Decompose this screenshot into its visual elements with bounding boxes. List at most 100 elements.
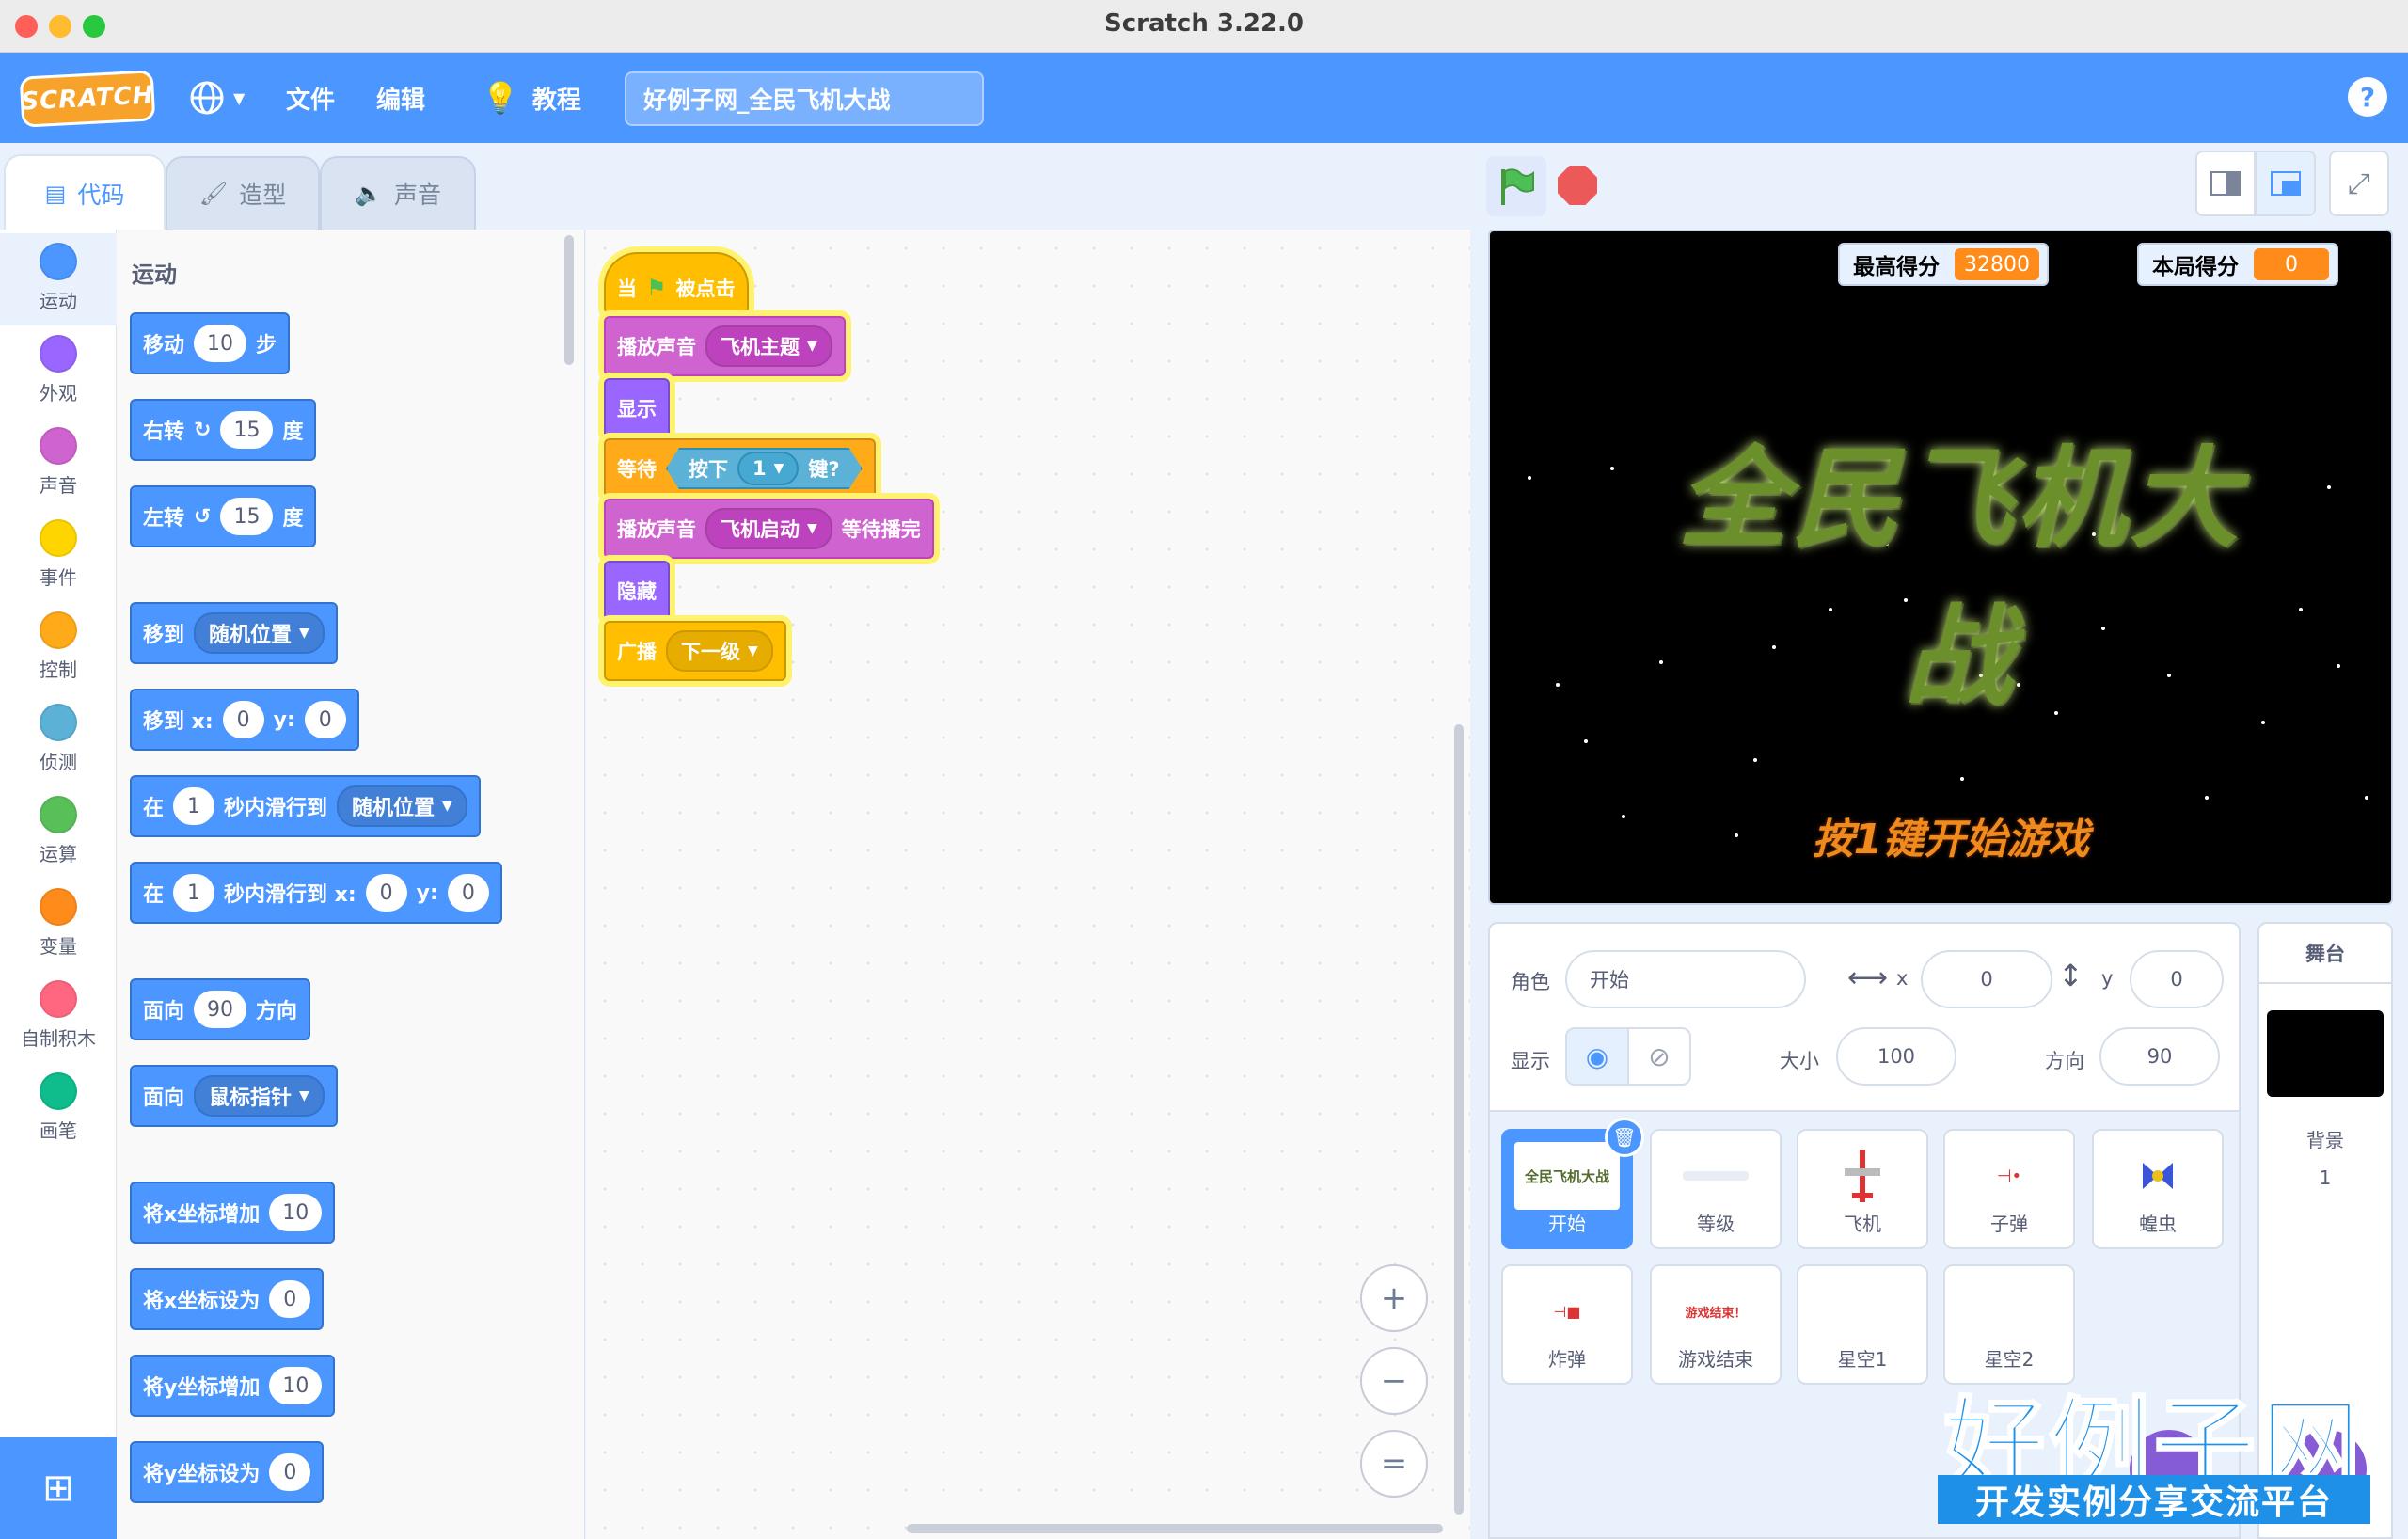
- seconds-input[interactable]: 1: [173, 787, 215, 825]
- palette-scrollbar[interactable]: [564, 235, 574, 365]
- stage-thumbnail[interactable]: [2267, 1010, 2384, 1097]
- block-change-x[interactable]: 将x坐标增加 10: [130, 1182, 336, 1244]
- green-flag-button[interactable]: [1486, 156, 1546, 216]
- key-pressed-condition[interactable]: 按下 1 ▼ 键?: [666, 448, 863, 489]
- degrees-input[interactable]: 15: [220, 411, 274, 449]
- block-turn-left[interactable]: 左转 ↺ 15 度: [130, 485, 317, 547]
- hide-sprite-button[interactable]: ⊘: [1627, 1027, 1691, 1086]
- block-goto-xy[interactable]: 移到 x: 0 y: 0: [130, 689, 359, 751]
- block-turn-right[interactable]: 右转 ↻ 15 度: [130, 399, 317, 461]
- x-input[interactable]: 0: [365, 874, 407, 912]
- block-point-towards[interactable]: 面向 鼠标指针 ▼: [130, 1065, 338, 1127]
- block-move-steps[interactable]: 移动 10 步: [130, 312, 291, 374]
- script-broadcast[interactable]: 广播 下一级 ▼: [604, 621, 786, 681]
- script-horizontal-scrollbar[interactable]: [907, 1524, 1443, 1533]
- sprite-tile-gameover[interactable]: 游戏结束！ 游戏结束: [1650, 1264, 1782, 1385]
- help-button[interactable]: ?: [2348, 77, 2387, 117]
- zoom-out-button[interactable]: −: [1360, 1347, 1428, 1415]
- steps-input[interactable]: 10: [194, 325, 247, 362]
- category-0[interactable]: 运动: [0, 233, 117, 325]
- script-play-sound[interactable]: 播放声音 飞机主题 ▼: [604, 316, 846, 376]
- value-input[interactable]: 0: [269, 1453, 311, 1491]
- block-label: 播放声音: [617, 336, 696, 358]
- script-show[interactable]: 显示: [604, 378, 670, 438]
- tab-sounds[interactable]: 🔈 声音: [320, 156, 476, 230]
- category-6[interactable]: 运算: [0, 786, 117, 879]
- value-input[interactable]: 10: [269, 1367, 323, 1404]
- y-position-input[interactable]: 0: [2130, 950, 2224, 1008]
- sprite-name: 星空1: [1837, 1348, 1888, 1371]
- large-stage-button[interactable]: [2256, 151, 2316, 216]
- show-sprite-button[interactable]: ◉: [1565, 1027, 1629, 1086]
- sprite-tile-locust[interactable]: 蝗虫: [2092, 1129, 2224, 1249]
- tab-costumes[interactable]: 🖌 造型: [166, 156, 320, 230]
- sprite-tile-level[interactable]: 等级: [1650, 1129, 1782, 1249]
- fullscreen-button[interactable]: ⤢: [2329, 151, 2389, 216]
- block-change-y[interactable]: 将y坐标增加 10: [130, 1355, 336, 1417]
- direction-input[interactable]: 90: [2099, 1027, 2220, 1086]
- goto-target-dropdown[interactable]: 随机位置 ▼: [194, 612, 325, 654]
- zoom-in-button[interactable]: +: [1360, 1264, 1428, 1332]
- monitor-high-score[interactable]: 最高得分 32800: [1838, 243, 2049, 286]
- add-extension-button[interactable]: ⊞: [0, 1437, 117, 1539]
- seconds-input[interactable]: 1: [173, 874, 215, 912]
- size-input[interactable]: 100: [1836, 1027, 1956, 1086]
- sprite-tile-bomb[interactable]: ⊣■ 炸弹: [1501, 1264, 1633, 1385]
- script-area[interactable]: [586, 230, 1470, 1539]
- x-input[interactable]: 0: [222, 701, 264, 738]
- category-4[interactable]: 控制: [0, 602, 117, 694]
- category-label: 画笔: [40, 1119, 77, 1142]
- file-menu[interactable]: 文件: [286, 53, 335, 143]
- category-3[interactable]: 事件: [0, 510, 117, 602]
- stop-button[interactable]: [1558, 166, 1597, 205]
- zoom-reset-button[interactable]: =: [1360, 1430, 1428, 1498]
- category-2[interactable]: 声音: [0, 418, 117, 510]
- sprite-tile-start[interactable]: 全民飞机大战 开始 🗑: [1501, 1118, 1644, 1249]
- delete-sprite-button[interactable]: 🗑: [1605, 1118, 1644, 1157]
- block-glide[interactable]: 在 1 秒内滑行到 随机位置 ▼: [130, 775, 481, 837]
- small-stage-button[interactable]: [2195, 151, 2256, 216]
- sound-dropdown[interactable]: 飞机启动 ▼: [705, 508, 832, 549]
- stage[interactable]: 最高得分 32800 本局得分 0 全民飞机大战 按1键开始游戏: [1488, 230, 2393, 905]
- block-glide-xy[interactable]: 在 1 秒内滑行到 x: 0 y: 0: [130, 862, 502, 924]
- sprite-tile-starfield1[interactable]: 星空1: [1797, 1264, 1928, 1385]
- script-play-sound-until-done[interactable]: 播放声音 飞机启动 ▼ 等待播完: [604, 499, 934, 559]
- block-set-y[interactable]: 将y坐标设为 0: [130, 1441, 325, 1503]
- point-towards-dropdown[interactable]: 鼠标指针 ▼: [194, 1075, 325, 1117]
- block-label: 移动: [143, 334, 185, 357]
- sound-dropdown[interactable]: 飞机主题 ▼: [705, 325, 832, 367]
- tutorials-menu[interactable]: 💡 教程: [482, 53, 581, 143]
- language-menu[interactable]: ▼: [188, 53, 245, 143]
- category-1[interactable]: 外观: [0, 325, 117, 418]
- x-position-input[interactable]: 0: [1921, 950, 2052, 1008]
- script-when-flag-clicked[interactable]: 当 ⚑ 被点击: [604, 252, 749, 314]
- tab-code[interactable]: ▤ 代码: [4, 154, 166, 231]
- monitor-current-score[interactable]: 本局得分 0: [2137, 243, 2338, 286]
- sprite-tile-bullet[interactable]: ⊣• 子弹: [1943, 1129, 2075, 1249]
- key-dropdown[interactable]: 1 ▼: [737, 452, 799, 485]
- category-9[interactable]: 画笔: [0, 1063, 117, 1155]
- y-input[interactable]: 0: [447, 874, 489, 912]
- broadcast-dropdown[interactable]: 下一级 ▼: [666, 630, 773, 672]
- script-vertical-scrollbar[interactable]: [1454, 724, 1464, 1515]
- category-5[interactable]: 侦测: [0, 694, 117, 786]
- glide-target-dropdown[interactable]: 随机位置 ▼: [337, 785, 467, 827]
- category-7[interactable]: 变量: [0, 879, 117, 971]
- degrees-input[interactable]: 15: [220, 498, 274, 535]
- value-input[interactable]: 0: [269, 1280, 311, 1318]
- sprite-name-input[interactable]: 开始: [1565, 950, 1806, 1008]
- script-hide[interactable]: 隐藏: [604, 561, 670, 621]
- block-point-direction[interactable]: 面向 90 方向: [130, 978, 311, 1040]
- category-8[interactable]: 自制积木: [0, 971, 117, 1063]
- y-input[interactable]: 0: [304, 701, 346, 738]
- block-goto[interactable]: 移到 随机位置 ▼: [130, 602, 338, 664]
- edit-menu[interactable]: 编辑: [376, 53, 425, 143]
- block-set-x[interactable]: 将x坐标设为 0: [130, 1268, 325, 1330]
- script-wait-until[interactable]: 等待 按下 1 ▼ 键?: [604, 438, 876, 499]
- value-input[interactable]: 10: [269, 1194, 323, 1231]
- category-dot: [40, 611, 77, 649]
- direction-input[interactable]: 90: [194, 991, 247, 1028]
- project-title-input[interactable]: 好例子网_全民飞机大战: [625, 71, 984, 126]
- scratch-logo[interactable]: SCRATCH: [19, 70, 156, 128]
- sprite-tile-plane[interactable]: 飞机: [1797, 1129, 1928, 1249]
